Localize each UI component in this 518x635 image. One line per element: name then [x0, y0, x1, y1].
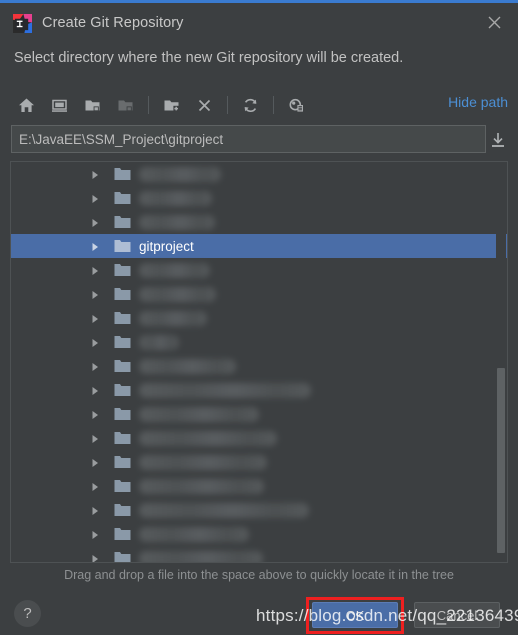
redacted-folder-name: [139, 190, 212, 206]
folder-save-icon[interactable]: [76, 90, 109, 120]
expand-triangle-icon[interactable]: [89, 336, 101, 348]
folder-icon: [114, 383, 131, 397]
expand-triangle-icon[interactable]: [89, 288, 101, 300]
tree-row-label: gitproject: [139, 238, 194, 254]
folder-plus-icon[interactable]: [155, 90, 188, 120]
folder-icon: [114, 335, 131, 349]
expand-triangle-icon[interactable]: [89, 432, 101, 444]
help-button[interactable]: ?: [14, 600, 41, 627]
redacted-folder-name: [139, 166, 221, 182]
redacted-folder-name: [139, 406, 259, 422]
tree-row-redacted[interactable]: [11, 306, 507, 330]
redacted-folder-name: [139, 550, 263, 562]
tree-scrollbar[interactable]: [496, 163, 506, 562]
folder-icon: [114, 551, 131, 562]
expand-triangle-icon[interactable]: [89, 408, 101, 420]
folder-icon: [114, 287, 131, 301]
folder-icon: [114, 359, 131, 373]
folder-icon: [114, 167, 131, 181]
redacted-folder-name: [139, 214, 215, 230]
tree-row-redacted[interactable]: [11, 402, 507, 426]
path-row: [11, 125, 508, 153]
redacted-folder-name: [139, 526, 249, 542]
redacted-folder-name: [139, 358, 236, 374]
folder-icon: [114, 215, 131, 229]
tree-row-redacted[interactable]: [11, 186, 507, 210]
folder-icon: [114, 455, 131, 469]
hidden-files-icon[interactable]: [280, 90, 313, 120]
redacted-folder-name: [139, 478, 264, 494]
tree-row-redacted[interactable]: [11, 330, 507, 354]
close-x-icon[interactable]: [188, 90, 221, 120]
refresh-icon[interactable]: [234, 90, 267, 120]
home-icon[interactable]: [10, 90, 43, 120]
create-git-repository-dialog: Create Git Repository Select directory w…: [0, 0, 518, 635]
expand-triangle-icon[interactable]: [89, 360, 101, 372]
redacted-folder-name: [139, 334, 179, 350]
tree-row-redacted[interactable]: [11, 498, 507, 522]
ok-button[interactable]: OK: [312, 602, 398, 628]
redacted-folder-name: [139, 262, 210, 278]
folder-module-icon: [109, 90, 142, 120]
expand-triangle-icon[interactable]: [89, 480, 101, 492]
tree-row-redacted[interactable]: [11, 354, 507, 378]
folder-icon: [114, 503, 131, 517]
tree-row-redacted[interactable]: [11, 258, 507, 282]
folder-icon: [114, 263, 131, 277]
dialog-subtitle: Select directory where the new Git repos…: [14, 50, 404, 66]
file-chooser-toolbar: Hide path: [10, 88, 508, 122]
expand-triangle-icon[interactable]: [89, 192, 101, 204]
dialog-title: Create Git Repository: [42, 15, 184, 31]
tree-row-redacted[interactable]: [11, 450, 507, 474]
redacted-folder-name: [139, 502, 309, 518]
hide-path-link[interactable]: Hide path: [448, 94, 508, 110]
expand-triangle-icon[interactable]: [89, 240, 101, 252]
folder-icon: [114, 191, 131, 205]
tree-row-redacted[interactable]: [11, 426, 507, 450]
cancel-button[interactable]: Cancel: [414, 602, 500, 628]
expand-triangle-icon[interactable]: [89, 312, 101, 324]
path-input[interactable]: [11, 125, 486, 153]
tree-row-redacted[interactable]: [11, 210, 507, 234]
tree-row-redacted[interactable]: [11, 474, 507, 498]
expand-triangle-icon[interactable]: [89, 384, 101, 396]
folder-icon: [114, 407, 131, 421]
folder-icon: [114, 311, 131, 325]
collapse-down-icon[interactable]: [488, 130, 508, 150]
expand-triangle-icon[interactable]: [89, 552, 101, 562]
tree-row-redacted[interactable]: [11, 162, 507, 186]
close-icon[interactable]: [480, 9, 510, 37]
redacted-folder-name: [139, 454, 267, 470]
folder-icon: [114, 239, 131, 253]
toolbar-separator: [227, 96, 228, 114]
intellij-idea-logo: [13, 14, 32, 33]
tree-rows-container: gitproject: [11, 162, 507, 562]
folder-icon: [114, 527, 131, 541]
folder-icon: [114, 479, 131, 493]
desktop-icon[interactable]: [43, 90, 76, 120]
expand-triangle-icon[interactable]: [89, 528, 101, 540]
tree-row-gitproject[interactable]: gitproject: [11, 234, 507, 258]
expand-triangle-icon[interactable]: [89, 456, 101, 468]
tree-row-redacted[interactable]: [11, 282, 507, 306]
redacted-folder-name: [139, 310, 207, 326]
tree-row-redacted[interactable]: [11, 378, 507, 402]
tree-scrollbar-thumb[interactable]: [497, 368, 505, 553]
toolbar-separator: [148, 96, 149, 114]
tree-row-redacted[interactable]: [11, 546, 507, 562]
redacted-folder-name: [139, 286, 216, 302]
expand-triangle-icon[interactable]: [89, 504, 101, 516]
tree-row-redacted[interactable]: [11, 522, 507, 546]
drag-drop-hint: Drag and drop a file into the space abov…: [64, 568, 454, 582]
folder-icon: [114, 431, 131, 445]
expand-triangle-icon[interactable]: [89, 168, 101, 180]
directory-tree[interactable]: gitproject: [10, 161, 508, 563]
expand-triangle-icon[interactable]: [89, 216, 101, 228]
redacted-folder-name: [139, 430, 277, 446]
toolbar-separator: [273, 96, 274, 114]
title-bar: Create Git Repository: [0, 3, 518, 45]
redacted-folder-name: [139, 382, 311, 398]
expand-triangle-icon[interactable]: [89, 264, 101, 276]
